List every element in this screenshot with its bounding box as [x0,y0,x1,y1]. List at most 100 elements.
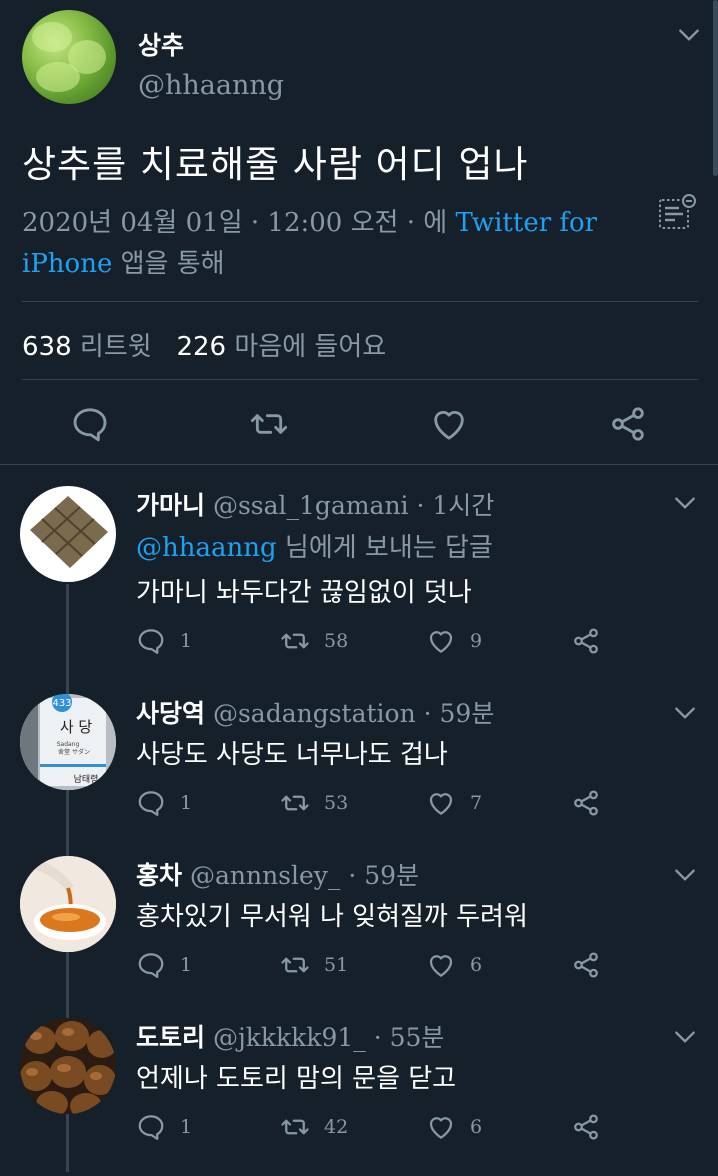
reply-count: 1 [180,1116,193,1138]
avatar[interactable] [22,10,116,104]
share-icon [574,628,598,654]
sign-text: 사 당 [60,718,93,736]
retweet-button[interactable]: 51 [280,948,348,982]
sign-romanized: Sadang [57,741,80,748]
retweet-count[interactable]: 638 [22,332,72,362]
chevron-down-icon[interactable] [672,490,698,516]
reply-icon [138,953,164,978]
tweet-date: 2020년 04월 01일 · 12:00 오전 · 에 [22,208,448,238]
retweet-icon [281,795,309,811]
retweet-count: 53 [324,792,349,814]
reply-icon [138,629,164,654]
retweet-button[interactable]: 58 [280,624,348,658]
divider [22,301,698,302]
heart-icon [429,793,453,815]
share-button[interactable] [571,1110,601,1144]
reply-author-name[interactable]: 홍차 [136,861,182,890]
avatar[interactable] [20,856,116,952]
reply-to-label: 님에게 보내는 답글 [284,533,493,563]
retweet-count: 58 [324,630,349,652]
source-link-2[interactable]: iPhone [22,249,112,279]
chevron-down-icon[interactable] [672,700,698,726]
retweet-icon [281,633,309,649]
chevron-down-icon[interactable] [672,862,698,888]
straw-sack-image [30,496,108,568]
like-button[interactable]: 6 [426,948,482,982]
heart-icon [429,955,453,977]
reply-meta[interactable]: @ssal_1gamani · 1시간 [213,491,494,520]
like-button[interactable]: 6 [426,1110,482,1144]
retweet-count: 42 [324,1116,349,1138]
reply-count: 1 [180,630,193,652]
like-label[interactable]: 마음에 들어요 [234,332,386,362]
chevron-down-icon[interactable] [672,1024,698,1050]
share-button[interactable] [571,624,601,658]
reply-button[interactable]: 1 [136,1110,192,1144]
author-handle[interactable]: @hhaanng [138,70,284,101]
main-tweet-header: 상추 @hhaanng [22,10,702,106]
share-button[interactable] [571,786,601,820]
reply-text: 가마니 놔두다간 끊임없이 덧나 [136,578,472,608]
share-icon [574,790,598,816]
like-count: 9 [470,630,483,652]
avatar[interactable] [20,1018,116,1114]
reply-text: 사당도 사당도 너무나도 겁나 [136,740,448,770]
retweet-count: 51 [324,954,349,976]
tweet-text: 상추를 치료해줄 사람 어디 업나 [22,143,529,186]
reply-meta[interactable]: @sadangstation · 59분 [213,699,494,728]
reply-author-name[interactable]: 도토리 [136,1023,205,1052]
reply-meta[interactable]: @jkkkkk91_ · 55분 [213,1023,444,1052]
reply-meta[interactable]: @annnsley_ · 59분 [190,861,419,890]
source-suffix: 앱을 통해 [120,249,225,279]
source-link[interactable]: Twitter for [455,208,597,238]
divider [0,464,718,465]
retweet-icon [281,1119,309,1135]
acorns-image [20,1018,116,1114]
retweet-label[interactable]: 리트윗 [80,332,152,362]
share-icon [574,1114,598,1140]
reply-button[interactable]: 1 [136,786,192,820]
like-button[interactable]: 9 [426,624,482,658]
tweet-stats: 638 리트윗 226 마음에 들어요 [22,326,386,363]
reply-icon [138,1115,164,1140]
retweet-button[interactable]: 42 [280,1110,348,1144]
reply-text: 언제나 도토리 맘의 문을 닫고 [136,1064,457,1094]
heart-icon [429,1117,453,1139]
author-name[interactable]: 상추 [138,26,184,62]
tea-cup-image [20,856,116,952]
reply-icon [138,791,164,816]
like-count: 7 [470,792,483,814]
tweet-analytics-icon[interactable] [655,193,699,237]
heart-icon [429,631,453,653]
share-button[interactable] [571,948,601,982]
like-button[interactable]: 7 [426,786,482,820]
heart-icon[interactable] [429,404,469,444]
reply-text: 홍차있기 무서워 나 잊혀질까 두려워 [136,902,528,932]
retweet-icon[interactable] [249,404,289,444]
sign-next-station: 남태령 [74,773,99,785]
reply-author-name[interactable]: 사당역 [136,699,205,728]
reply-icon[interactable] [70,404,110,444]
tweet-meta: 2020년 04월 01일 · 12:00 오전 · 에 Twitter for… [22,203,622,285]
reply-button[interactable]: 1 [136,624,192,658]
sign-japanese: 舍堂 サダン [58,748,90,756]
avatar[interactable]: 433 사 당 Sadang 舍堂 サダン 남태령 [20,694,116,790]
divider [22,379,698,380]
subway-sign-image: 433 사 당 Sadang 舍堂 サダン 남태령 [20,694,116,790]
share-icon[interactable] [608,404,648,444]
reply-to-handle[interactable]: @hhaanng [136,533,277,563]
reply-author-name[interactable]: 가마니 [136,491,205,520]
reply-button[interactable]: 1 [136,948,192,982]
reply-count: 1 [180,954,193,976]
reply-count: 1 [180,792,193,814]
chevron-down-icon[interactable] [676,22,702,48]
retweet-button[interactable]: 53 [280,786,348,820]
avatar[interactable] [20,486,116,582]
scrollbar[interactable] [713,0,718,176]
like-count: 6 [470,1116,483,1138]
share-icon [574,952,598,978]
like-count[interactable]: 226 [176,332,226,362]
sign-number: 433 [52,698,71,709]
retweet-icon [281,957,309,973]
like-count: 6 [470,954,483,976]
